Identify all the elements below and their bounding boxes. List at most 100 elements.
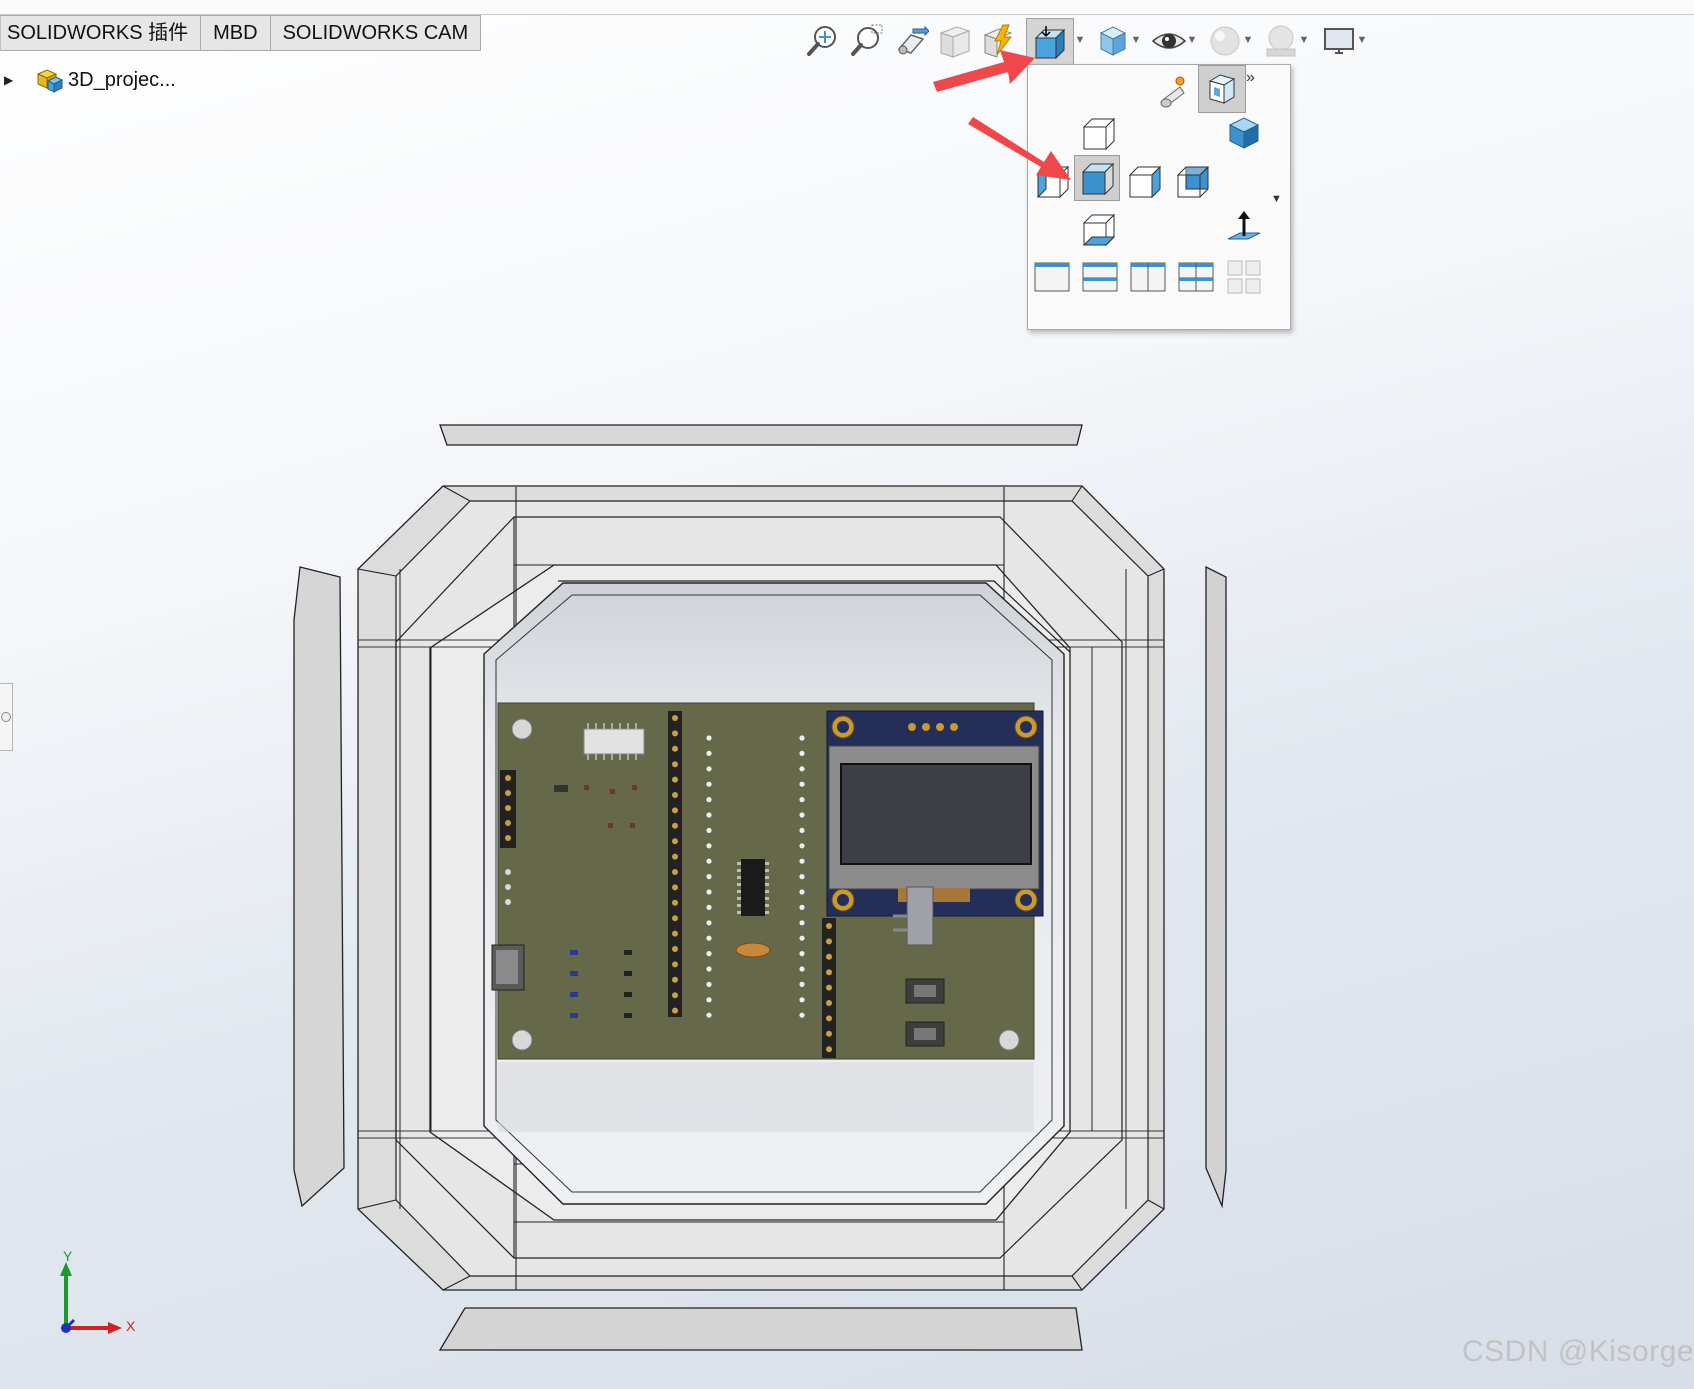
previous-view-icon [897,25,929,55]
pcb-pin [826,1000,832,1006]
pcb-pin [672,792,678,798]
feature-tree-root[interactable]: ▶ 3D_projec... [4,64,176,96]
pcb-pin [672,1007,678,1014]
normal-to-button[interactable] [1222,207,1266,251]
pcb-pin [706,750,712,757]
pcb-pin [799,827,805,834]
ic-pin [765,911,769,914]
pcb-pin [672,869,678,875]
single-view-icon [1034,262,1070,292]
zoom-to-area-icon [851,24,883,56]
hide-show-dropdown-icon[interactable]: ▼ [1186,32,1198,48]
ic-pin [765,904,769,907]
pcb-pin [706,997,712,1003]
expand-caret-icon[interactable]: ▶ [4,73,20,87]
pcb-pin [672,899,678,906]
pcb-pin [799,874,805,880]
pcb-pin [826,923,832,929]
coordinate-triad: Y X [52,1248,152,1350]
ic-pin [737,890,741,893]
left-view-icon [1036,165,1070,199]
enclosure-outer-frame [357,485,1165,1291]
pcb-pin [706,889,712,895]
ic-pin [737,869,741,872]
pcb-pin [706,981,712,988]
view-orientation-dropdown-icon[interactable]: ▼ [1074,32,1086,48]
left-view-button[interactable] [1030,159,1074,203]
pcb-pin [672,930,678,937]
edit-appearance-dropdown-icon[interactable]: ▼ [1242,32,1254,48]
pcb-pin [826,1030,832,1037]
ic-dip [741,859,765,916]
isometric-dropdown-icon[interactable]: ▼ [1271,193,1282,205]
pcb-pin [706,843,712,849]
display-style-icon [1099,26,1127,56]
graphics-area[interactable] [0,0,1694,1389]
pin-header-center [668,711,682,1017]
view-selector-toggle-button[interactable] [1150,71,1194,115]
isometric-view-button[interactable] [1222,111,1266,155]
two-view-horizontal-button[interactable] [1078,255,1122,299]
view-settings-icon [1324,28,1354,54]
apply-scene-dropdown-icon[interactable]: ▼ [1298,32,1310,48]
bottom-wall-panel [438,1307,1083,1351]
previous-view-button[interactable] [888,18,934,64]
panel-collapse-handle[interactable] [0,683,13,751]
four-view-button[interactable] [1174,255,1218,299]
pcb-pin [706,827,712,834]
y-axis-label: Y [63,1248,73,1264]
pcb-pin [672,745,678,752]
pcb-pin [799,766,805,772]
ic-soic [583,728,645,755]
view-settings-dropdown-icon[interactable]: ▼ [1356,32,1368,48]
pcb-pin [706,935,712,941]
view-selector-icon [1208,74,1236,104]
tab-solidworks-cam[interactable]: SOLIDWORKS CAM [270,15,482,51]
right-view-button[interactable] [1122,159,1166,203]
back-view-button[interactable] [1170,159,1214,203]
ic-pin [765,883,769,886]
two-view-vertical-button[interactable] [1126,255,1170,299]
ic-pin [737,883,741,886]
four-view-icon [1178,262,1214,292]
display-style-dropdown-icon[interactable]: ▼ [1130,32,1142,48]
zoom-to-area-button[interactable] [844,18,890,64]
view-selector-button[interactable] [1198,65,1246,113]
dynamic-annotation-button[interactable] [976,18,1022,64]
view-orientation-button[interactable] [1026,18,1074,66]
single-view-button[interactable] [1030,255,1074,299]
front-view-button[interactable] [1076,111,1120,155]
pcb-pin [672,730,678,737]
right-wall-panel [1205,565,1227,1209]
zoom-to-fit-button[interactable] [800,18,846,64]
section-view-button[interactable] [932,18,978,64]
tab-solidworks-addins[interactable]: SOLIDWORKS 插件 [0,15,202,51]
top-view-button[interactable] [1074,155,1120,201]
pcb-pin [706,766,712,772]
pin-header-right [822,918,836,1058]
pin-header-left [500,770,516,848]
pcb-pin [799,843,805,849]
pcb-pin [672,776,678,783]
link-views-button[interactable] [1222,255,1266,299]
pcb-pin [799,1012,805,1018]
enclosure-inner-cavity [483,582,1065,1205]
ic-pin [737,911,741,914]
pcb-pin [826,1046,832,1053]
mounting-hole [511,718,533,740]
pcb-pin [799,920,805,926]
ic-pin [765,897,769,900]
mounting-hole [511,1029,533,1051]
view-orientation-icon [1034,26,1066,60]
bottom-view-button[interactable] [1076,207,1120,251]
pcb-pin [706,781,712,787]
more-views-chevron[interactable]: » [1246,69,1255,87]
pcb-pin [826,938,832,945]
assembly-icon [36,69,64,93]
edit-appearance-icon [1210,26,1240,56]
tab-mbd[interactable]: MBD [201,15,271,51]
ic-pin [737,876,741,879]
lamp-icon [1160,76,1185,108]
left-wall-panel [293,566,345,1208]
top-view-icon [1081,162,1115,196]
